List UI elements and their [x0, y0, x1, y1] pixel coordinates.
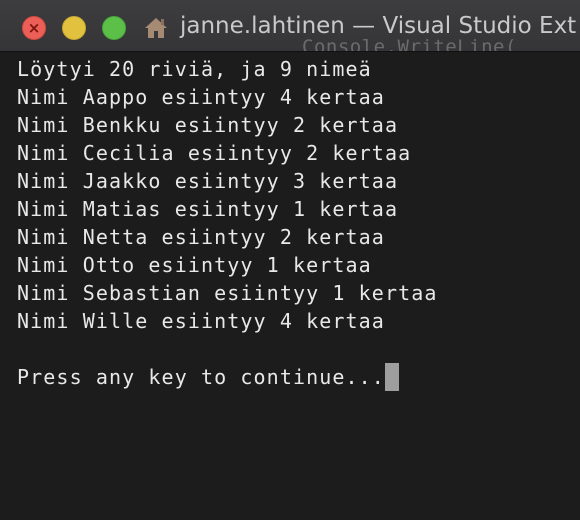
continue-prompt: Press any key to continue... — [17, 365, 385, 389]
close-icon: × — [27, 19, 41, 37]
output-line: Löytyi 20 riviä, ja 9 nimeä — [17, 57, 372, 81]
terminal-output[interactable]: Löytyi 20 riviä, ja 9 nimeä Nimi Aappo e… — [0, 52, 580, 520]
output-line: Nimi Jaakko esiintyy 3 kertaa — [17, 169, 399, 193]
output-line: Nimi Benkku esiintyy 2 kertaa — [17, 113, 399, 137]
title-bar[interactable]: Console.WriteLine( × janne.lahtinen — Vi… — [0, 0, 580, 52]
close-button[interactable]: × — [22, 16, 46, 40]
window-title: janne.lahtinen — Visual Studio Ext — [180, 13, 577, 39]
minimize-button[interactable] — [62, 16, 86, 40]
prompt-line: Press any key to continue... — [17, 363, 399, 391]
output-line: Nimi Aappo esiintyy 4 kertaa — [17, 85, 385, 109]
output-line: Nimi Netta esiintyy 2 kertaa — [17, 225, 385, 249]
output-line: Nimi Matias esiintyy 1 kertaa — [17, 197, 399, 221]
maximize-button[interactable] — [102, 16, 126, 40]
output-line: Nimi Wille esiintyy 4 kertaa — [17, 309, 385, 333]
output-line: Nimi Cecilia esiintyy 2 kertaa — [17, 141, 412, 165]
home-icon — [145, 18, 167, 38]
terminal-window: Console.WriteLine( × janne.lahtinen — Vi… — [0, 0, 580, 520]
output-line: Nimi Sebastian esiintyy 1 kertaa — [17, 281, 438, 305]
text-cursor — [384, 363, 399, 391]
output-line: Nimi Otto esiintyy 1 kertaa — [17, 253, 372, 277]
